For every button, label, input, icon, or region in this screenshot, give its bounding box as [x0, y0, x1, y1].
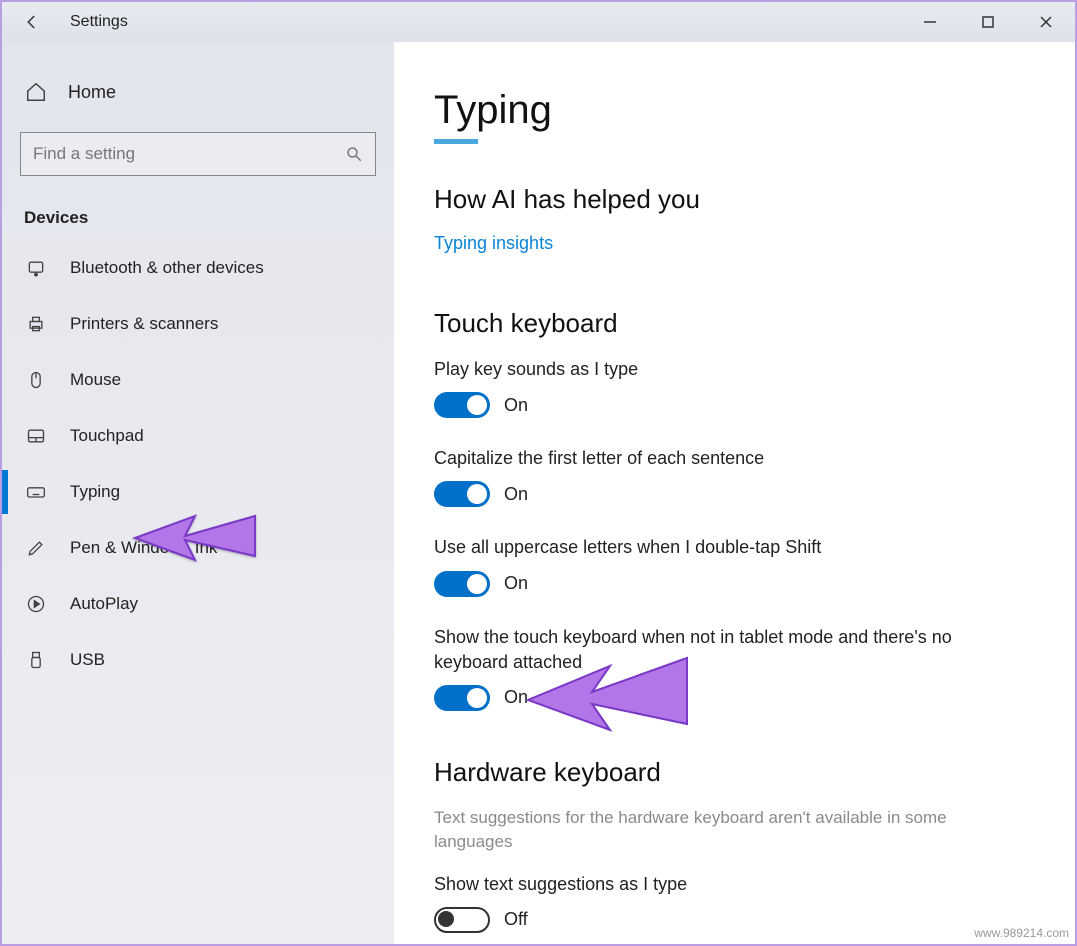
minimize-icon: [923, 15, 937, 29]
sidebar-item-touchpad[interactable]: Touchpad: [2, 408, 394, 464]
nav-label: Touchpad: [70, 426, 144, 446]
section-ai-heading: How AI has helped you: [434, 184, 1039, 215]
toggle-hw-text-suggestions[interactable]: [434, 907, 490, 933]
usb-icon: [24, 648, 48, 672]
close-icon: [1039, 15, 1053, 29]
titlebar: Settings: [2, 2, 1075, 42]
watermark: www.989214.com: [974, 926, 1069, 940]
setting-play-key-sounds: Play key sounds as I type On: [434, 357, 1039, 418]
toggle-state: On: [504, 573, 528, 594]
settings-window: Settings Home: [0, 0, 1077, 946]
toggle-state: On: [504, 395, 528, 416]
maximize-icon: [981, 15, 995, 29]
setting-label: Capitalize the first letter of each sent…: [434, 446, 994, 471]
setting-label: Show text suggestions as I type: [434, 872, 994, 897]
maximize-button[interactable]: [959, 2, 1017, 42]
search-input[interactable]: [33, 144, 345, 164]
hardware-keyboard-heading: Hardware keyboard: [434, 757, 1039, 788]
search-icon: [345, 145, 363, 163]
sidebar-item-usb[interactable]: USB: [2, 632, 394, 688]
autoplay-icon: [24, 592, 48, 616]
sidebar-item-mouse[interactable]: Mouse: [2, 352, 394, 408]
bluetooth-icon: [24, 256, 48, 280]
setting-hw-text-suggestions: Show text suggestions as I type Off: [434, 872, 1039, 933]
setting-capitalize-first: Capitalize the first letter of each sent…: [434, 446, 1039, 507]
toggle-state: On: [504, 687, 528, 708]
typing-insights-link[interactable]: Typing insights: [434, 233, 553, 254]
back-button[interactable]: [12, 2, 52, 42]
sidebar-item-bluetooth[interactable]: Bluetooth & other devices: [2, 240, 394, 296]
window-title: Settings: [70, 13, 128, 31]
nav-label: Mouse: [70, 370, 121, 390]
nav-label: USB: [70, 650, 105, 670]
toggle-state: Off: [504, 909, 528, 930]
setting-uppercase-shift: Use all uppercase letters when I double-…: [434, 535, 1039, 596]
setting-label: Show the touch keyboard when not in tabl…: [434, 625, 994, 675]
hardware-keyboard-note: Text suggestions for the hardware keyboa…: [434, 806, 994, 854]
nav-label: AutoPlay: [70, 594, 138, 614]
sidebar-item-typing[interactable]: Typing: [2, 464, 394, 520]
nav-label: Pen & Windows Ink: [70, 538, 217, 558]
search-box[interactable]: [20, 132, 376, 176]
home-icon: [24, 80, 48, 104]
toggle-state: On: [504, 484, 528, 505]
title-underline: [434, 139, 478, 144]
setting-label: Play key sounds as I type: [434, 357, 994, 382]
minimize-button[interactable]: [901, 2, 959, 42]
toggle-uppercase-shift[interactable]: [434, 571, 490, 597]
sidebar-home[interactable]: Home: [2, 70, 394, 114]
main-content: Typing How AI has helped you Typing insi…: [394, 42, 1075, 944]
setting-show-touch-keyboard: Show the touch keyboard when not in tabl…: [434, 625, 1039, 711]
caption-buttons: [901, 2, 1075, 42]
nav-label: Printers & scanners: [70, 314, 218, 334]
sidebar-section-label: Devices: [2, 202, 394, 240]
toggle-play-key-sounds[interactable]: [434, 392, 490, 418]
printer-icon: [24, 312, 48, 336]
pen-icon: [24, 536, 48, 560]
toggle-capitalize-first[interactable]: [434, 481, 490, 507]
sidebar-item-printers[interactable]: Printers & scanners: [2, 296, 394, 352]
sidebar-item-pen[interactable]: Pen & Windows Ink: [2, 520, 394, 576]
setting-label: Use all uppercase letters when I double-…: [434, 535, 994, 560]
sidebar: Home Devices Bluetooth & other devices P…: [2, 42, 394, 944]
toggle-show-touch-keyboard[interactable]: [434, 685, 490, 711]
nav-label: Typing: [70, 482, 120, 502]
touchpad-icon: [24, 424, 48, 448]
sidebar-item-autoplay[interactable]: AutoPlay: [2, 576, 394, 632]
sidebar-home-label: Home: [68, 82, 116, 103]
mouse-icon: [24, 368, 48, 392]
arrow-left-icon: [23, 13, 41, 31]
touch-keyboard-heading: Touch keyboard: [434, 308, 1039, 339]
keyboard-icon: [24, 480, 48, 504]
nav-label: Bluetooth & other devices: [70, 258, 264, 278]
page-title: Typing: [434, 88, 1039, 133]
close-button[interactable]: [1017, 2, 1075, 42]
window-body: Home Devices Bluetooth & other devices P…: [2, 42, 1075, 944]
